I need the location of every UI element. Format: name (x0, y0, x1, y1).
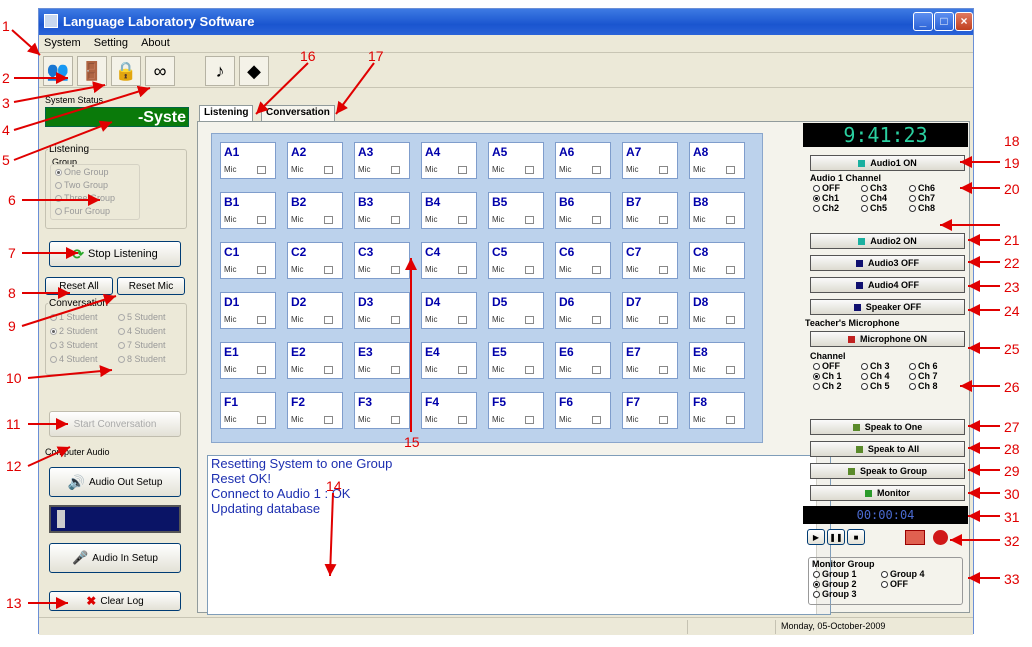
annotation-number: 5 (2, 152, 10, 168)
annotation-number: 31 (1004, 509, 1020, 525)
annotation-number: 17 (368, 48, 384, 64)
annotation-number: 15 (404, 434, 420, 450)
annotation-number: 14 (326, 478, 342, 494)
annotation-number: 13 (6, 595, 22, 611)
annotation-number: 1 (2, 18, 10, 34)
annotation-number: 4 (2, 122, 10, 138)
annotation-number: 25 (1004, 341, 1020, 357)
annotation-number: 24 (1004, 303, 1020, 319)
annotation-arrows (11, 29, 1000, 609)
annotation-number: 3 (2, 95, 10, 111)
annotation-number: 32 (1004, 533, 1020, 549)
annotation-number: 6 (8, 192, 16, 208)
annotation-number: 19 (1004, 155, 1020, 171)
annotation-number: 22 (1004, 255, 1020, 271)
annotation-number: 23 (1004, 279, 1020, 295)
annotation-number: 11 (6, 416, 21, 432)
annotation-number: 27 (1004, 419, 1020, 435)
annotation-number: 8 (8, 285, 16, 301)
annotation-number: 16 (300, 48, 316, 64)
annotation-number: 26 (1004, 379, 1020, 395)
annotation-number: 30 (1004, 486, 1020, 502)
annotation-number: 12 (6, 458, 22, 474)
annotation-number: 10 (6, 370, 22, 386)
annotation-number: 18 (1004, 133, 1020, 149)
annotation-number: 21 (1004, 232, 1020, 248)
annotation-number: 20 (1004, 181, 1020, 197)
annotation-number: 33 (1004, 571, 1020, 587)
annotation-number: 9 (8, 318, 16, 334)
annotation-number: 29 (1004, 463, 1020, 479)
annotation-number: 7 (8, 245, 16, 261)
annotation-number: 2 (2, 70, 10, 86)
annotation-number: 28 (1004, 441, 1020, 457)
